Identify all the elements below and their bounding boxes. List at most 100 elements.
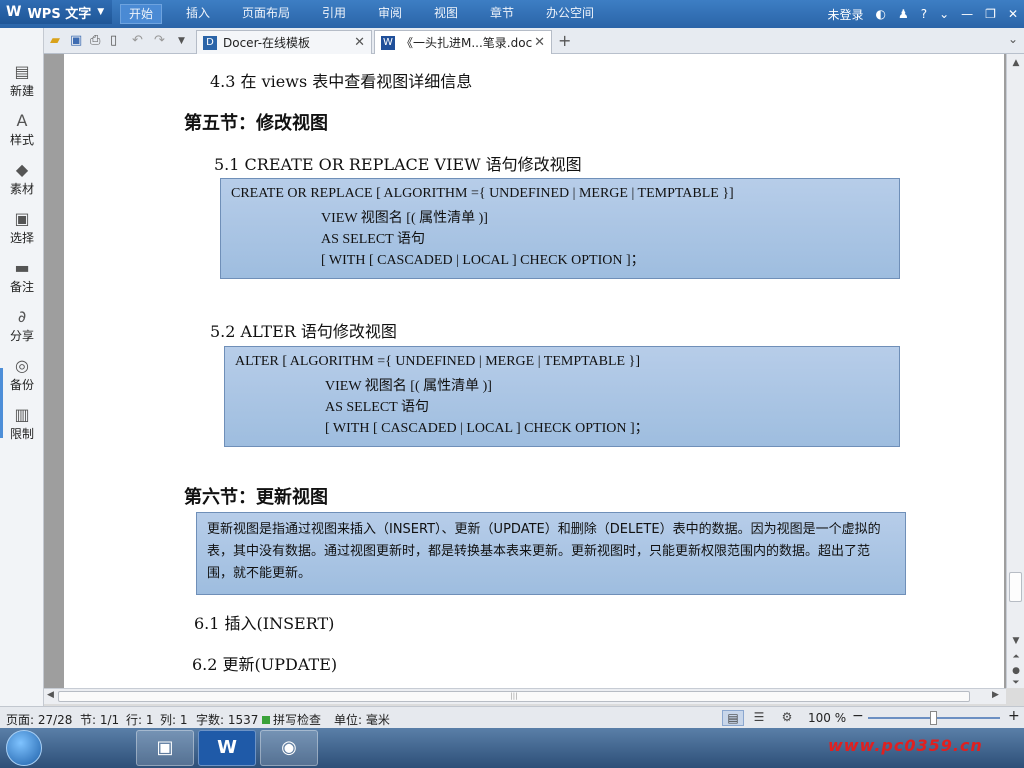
material-icon: ◆ [15,160,29,179]
code-line: CREATE OR REPLACE [ ALGORITHM ={ UNDEFIN… [231,186,734,201]
tab-docer-label: Docer-在线模板 [223,36,311,50]
zoom-slider-knob[interactable] [930,711,937,725]
taskbar-wps-icon[interactable]: W [198,730,256,766]
page-view-icon[interactable]: ▤ [722,710,744,726]
login-status[interactable]: 未登录 [827,6,863,23]
menu-office-space[interactable]: 办公空间 [546,4,594,24]
chevron-down-icon[interactable]: ⌄ [939,7,949,21]
sidebar-item-note[interactable]: ▬ 备注 [0,256,44,304]
web-view-icon[interactable]: ⚙ [776,710,798,726]
tab-list-chevron-icon[interactable]: ⌄ [1008,32,1018,46]
prev-page-icon[interactable]: ⏶ [1007,652,1024,662]
sidebar-item-style[interactable]: A 样式 [0,109,44,157]
sidebar-item-restrict[interactable]: ▥ 限制 [0,403,44,451]
close-icon[interactable]: ✕ [1008,7,1018,21]
menu-references[interactable]: 引用 [322,4,346,24]
status-words[interactable]: 字数: 1537 [196,711,258,728]
code-box-create-or-replace: CREATE OR REPLACE [ ALGORITHM ={ UNDEFIN… [220,178,900,279]
scroll-left-icon[interactable]: ◀ [47,690,54,700]
caret-down-icon: ▼ [97,7,105,17]
quick-access-dropdown-icon[interactable]: ▼ [178,36,185,46]
left-sidebar: ▤ 新建 A 样式 ◆ 素材 ▣ 选择 ▬ 备注 ∂ 分享 ◎ 备份 ▥ 限制 [0,28,44,706]
sidebar-item-select[interactable]: ▣ 选择 [0,207,44,255]
code-line: VIEW 视图名 [( 属性清单 )] [325,379,492,394]
sidebar-item-label: 分享 [9,329,34,343]
horizontal-scrollbar[interactable]: ◀ ||| ▶ [44,688,1006,704]
sidebar-item-share[interactable]: ∂ 分享 [0,305,44,353]
horizontal-scroll-thumb[interactable]: ||| [58,691,970,702]
tab-document[interactable]: W 《一头扎进M...笔录.doc ✕ [374,30,552,54]
paragraph-update-view: 更新视图是指通过视图来插入（INSERT）、更新（UPDATE）和删除（DELE… [196,512,906,595]
restrict-icon: ▥ [14,405,30,424]
skin-icon[interactable]: ◐ [875,7,885,21]
sidebar-item-new[interactable]: ▤ 新建 [0,60,44,108]
menu-insert[interactable]: 插入 [186,4,210,24]
title-bar: W WPS 文字 ▼ 开始 插入 页面布局 引用 审阅 视图 章节 办公空间 未… [0,0,1024,28]
heading-4-3: 4.3 在 views 表中查看视图详细信息 [210,72,473,91]
shirt-icon[interactable]: ♟ [898,7,909,21]
status-page[interactable]: 页面: 27/28 [6,711,72,728]
minimize-icon[interactable]: — [961,7,973,21]
scroll-right-icon[interactable]: ▶ [992,690,999,700]
word-doc-icon: W [381,35,395,50]
menu-view[interactable]: 视图 [434,4,458,24]
code-line: VIEW 视图名 [( 属性清单 )] [321,211,488,226]
print-icon[interactable]: ⎙ [90,33,100,48]
close-icon[interactable]: ✕ [534,35,545,50]
share-icon: ∂ [17,307,27,326]
save-icon[interactable]: ▣ [70,33,82,48]
vertical-scrollbar[interactable]: ▲ ▼ ⏶ ● ⏷ [1006,54,1024,688]
vertical-scroll-thumb[interactable] [1009,572,1022,602]
tab-row: ▰ ▣ ⎙ ▯ ↶ ↷ ▼ D Docer-在线模板 ✕ W 《一头扎进M...… [44,28,1024,54]
scroll-up-icon[interactable]: ▲ [1007,58,1024,68]
open-folder-icon[interactable]: ▰ [50,33,60,48]
sidebar-item-backup[interactable]: ◎ 备份 [0,354,44,402]
document-page[interactable]: 4.3 在 views 表中查看视图详细信息 第五节：修改视图 5.1 CREA… [64,54,1004,688]
backup-icon: ◎ [15,356,29,375]
watermark-text: www.pc0359.cn [828,736,983,755]
new-tab-icon[interactable]: + [558,31,571,50]
app-name: WPS 文字 [27,6,92,22]
select-browse-icon[interactable]: ● [1007,666,1024,676]
outline-view-icon[interactable]: ☰ [748,710,770,726]
style-icon: A [16,111,28,130]
status-unit[interactable]: 单位: 毫米 [334,711,390,728]
section-6-title: 第六节：更新视图 [184,487,328,508]
sidebar-item-label: 选择 [9,231,34,245]
menu-home[interactable]: 开始 [120,4,163,24]
code-line: [ WITH [ CASCADED | LOCAL ] CHECK OPTION… [325,421,649,436]
title-right-controls: 未登录 ◐ ♟ ? ⌄ — ❐ ✕ [821,0,1024,28]
taskbar-app-terminal-icon[interactable]: ▣ [136,730,194,766]
zoom-in-icon[interactable]: + [1008,708,1020,724]
menu-review[interactable]: 审阅 [378,4,402,24]
menu-chapter[interactable]: 章节 [490,4,514,24]
taskbar-app-recorder-icon[interactable]: ◉ [260,730,318,766]
sidebar-item-material[interactable]: ◆ 素材 [0,158,44,206]
heading-5-1: 5.1 CREATE OR REPLACE VIEW 语句修改视图 [214,155,582,174]
menu-page-layout[interactable]: 页面布局 [242,4,290,24]
status-bar: 页面: 27/28 节: 1/1 行: 1 列: 1 字数: 1537 拼写检查… [0,706,1024,728]
windows-start-icon[interactable] [6,730,42,766]
heading-6-2: 6.2 更新(UPDATE) [192,655,338,674]
zoom-out-icon[interactable]: − [852,708,864,724]
app-menu-button[interactable]: W WPS 文字 ▼ [0,0,112,24]
scroll-down-icon[interactable]: ▼ [1007,636,1024,646]
redo-icon[interactable]: ↷ [154,33,165,48]
close-icon[interactable]: ✕ [354,35,365,50]
help-icon[interactable]: ? [921,7,927,21]
status-row: 行: 1 [126,713,154,727]
code-line: AS SELECT 语句 [321,232,425,247]
sidebar-item-label: 备注 [9,280,34,294]
undo-icon[interactable]: ↶ [132,33,143,48]
status-spell-check[interactable]: 拼写检查 [262,711,321,728]
status-section: 节: 1/1 [80,713,120,727]
print-preview-icon[interactable]: ▯ [110,33,117,48]
restore-icon[interactable]: ❐ [985,7,996,21]
code-line: ALTER [ ALGORITHM ={ UNDEFINED | MERGE |… [235,354,640,369]
sidebar-item-label: 样式 [9,133,34,147]
next-page-icon[interactable]: ⏷ [1007,678,1024,688]
sidebar-item-label: 限制 [9,427,34,441]
tab-docer[interactable]: D Docer-在线模板 ✕ [196,30,372,54]
zoom-level[interactable]: 100 % [808,711,846,725]
heading-5-2: 5.2 ALTER 语句修改视图 [210,322,397,341]
